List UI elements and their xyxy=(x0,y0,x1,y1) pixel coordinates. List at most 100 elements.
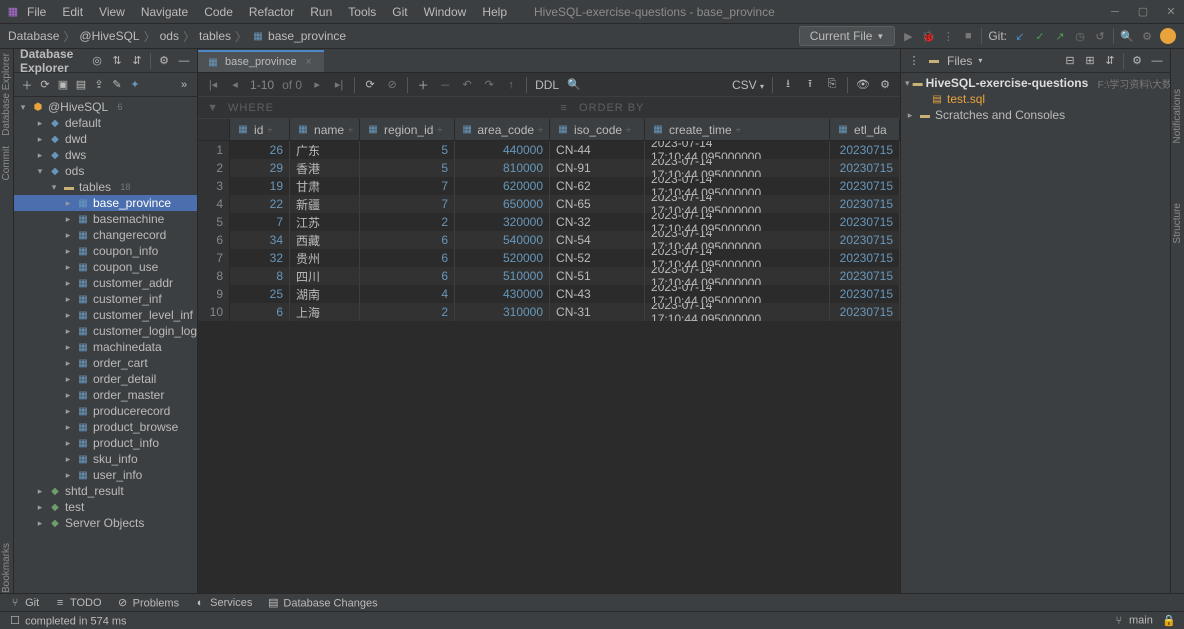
vcs-commit-icon[interactable]: ✓ xyxy=(1033,29,1047,43)
tree-table-base_province[interactable]: ▸▦base_province xyxy=(14,195,197,211)
tree-node-test[interactable]: ▸◆test xyxy=(14,499,197,515)
menu-view[interactable]: View xyxy=(92,3,132,21)
add-row-icon[interactable]: ＋ xyxy=(416,78,430,92)
orderby-label[interactable]: ORDER BY xyxy=(579,102,644,114)
menu-help[interactable]: Help xyxy=(475,3,514,21)
maximize-icon[interactable]: ▢ xyxy=(1136,5,1150,19)
hide2-icon[interactable]: — xyxy=(1150,54,1164,68)
stop-icon[interactable]: ■ xyxy=(961,29,975,43)
cancel-icon[interactable]: ⊘ xyxy=(385,78,399,92)
bc-hivesql[interactable]: @HiveSQL xyxy=(79,29,139,43)
editor-tab[interactable]: ▦ base_province × xyxy=(198,50,324,72)
minimize-icon[interactable]: ─ xyxy=(1108,5,1122,19)
submit-icon[interactable]: ↷ xyxy=(482,78,496,92)
status-branch[interactable]: ⑂ main 🔒 xyxy=(1112,613,1176,628)
menu-run[interactable]: Run xyxy=(303,3,339,21)
tree-table-product_browse[interactable]: ▸▦product_browse xyxy=(14,419,197,435)
add-ds-icon[interactable]: ＋ xyxy=(20,78,34,92)
vcs-rollback-icon[interactable]: ↺ xyxy=(1093,29,1107,43)
bc-ods[interactable]: ods xyxy=(160,29,179,43)
avatar[interactable] xyxy=(1160,28,1176,44)
table-row[interactable]: 2 29 香港 5 810000 CN-91 2023-07-14 17:10:… xyxy=(198,159,900,177)
project-root[interactable]: ▾▬HiveSQL-exercise-questions F:\学习资料\大数据… xyxy=(901,75,1170,91)
view-icon[interactable]: 👁 xyxy=(856,78,870,92)
menu-file[interactable]: File xyxy=(20,3,53,21)
first-page-icon[interactable]: |◂ xyxy=(206,78,220,92)
where-label[interactable]: WHERE xyxy=(228,102,274,114)
search-everywhere-icon[interactable]: 🔍 xyxy=(1120,29,1134,43)
side-tab-database[interactable]: Database Explorer xyxy=(1,53,12,136)
prev-page-icon[interactable]: ◂ xyxy=(228,78,242,92)
orderby-icon[interactable]: ≡ xyxy=(557,101,571,115)
filter-icon[interactable]: ✦ xyxy=(128,78,142,92)
menu-git[interactable]: Git xyxy=(385,3,414,21)
tree-table-order_detail[interactable]: ▸▦order_detail xyxy=(14,371,197,387)
tree-table-order_master[interactable]: ▸▦order_master xyxy=(14,387,197,403)
reload-icon[interactable]: ⟳ xyxy=(363,78,377,92)
gear2-icon[interactable]: ⚙ xyxy=(878,78,892,92)
more-run-icon[interactable]: ⋮ xyxy=(941,29,955,43)
run-icon[interactable]: ▶ xyxy=(901,29,915,43)
tree-table-producerecord[interactable]: ▸▦producerecord xyxy=(14,403,197,419)
tree-node-shtd_result[interactable]: ▸◆shtd_result xyxy=(14,483,197,499)
tree-schema-dwd[interactable]: ▸◆dwd xyxy=(14,131,197,147)
tree-ods[interactable]: ▾◆ods xyxy=(14,163,197,179)
bc-database[interactable]: Database xyxy=(8,29,59,43)
settings-icon[interactable]: ⚙ xyxy=(1140,29,1154,43)
more-icon[interactable]: » xyxy=(177,78,191,92)
side-tab-struct[interactable]: Structure xyxy=(1172,203,1183,244)
edit-icon[interactable]: ✎ xyxy=(110,78,124,92)
gear3-icon[interactable]: ⚙ xyxy=(1130,54,1144,68)
table-row[interactable]: 10 6 上海 2 310000 CN-31 2023-07-14 17:10:… xyxy=(198,303,900,321)
table-row[interactable]: 6 34 西藏 6 540000 CN-54 2023-07-14 17:10:… xyxy=(198,231,900,249)
vcs-push-icon[interactable]: ↗ xyxy=(1053,29,1067,43)
tx-icon[interactable]: ▤ xyxy=(74,78,88,92)
table-row[interactable]: 1 26 广东 5 440000 CN-44 2023-07-14 17:10:… xyxy=(198,141,900,159)
tree-table-basemachine[interactable]: ▸▦basemachine xyxy=(14,211,197,227)
tree-table-customer_login_log[interactable]: ▸▦customer_login_log xyxy=(14,323,197,339)
side-tab-notif[interactable]: Notifications xyxy=(1172,89,1183,143)
tree-table-order_cart[interactable]: ▸▦order_cart xyxy=(14,355,197,371)
tree-root[interactable]: ▾⬢@HiveSQL 6 xyxy=(14,99,197,115)
expand-icon[interactable]: ⇅ xyxy=(110,54,124,68)
tree-table-coupon_info[interactable]: ▸▦coupon_info xyxy=(14,243,197,259)
open-icon[interactable]: ⊟ xyxy=(1063,54,1077,68)
tree-table-product_info[interactable]: ▸▦product_info xyxy=(14,435,197,451)
table-row[interactable]: 8 8 四川 6 510000 CN-51 2023-07-14 17:10:4… xyxy=(198,267,900,285)
table-row[interactable]: 4 22 新疆 7 650000 CN-65 2023-07-14 17:10:… xyxy=(198,195,900,213)
format-dropdown[interactable]: CSV ▾ xyxy=(732,78,764,92)
bottom-services[interactable]: ◐ Services xyxy=(193,596,252,610)
vcs-history-icon[interactable]: ◷ xyxy=(1073,29,1087,43)
tree-table-customer_inf[interactable]: ▸▦customer_inf xyxy=(14,291,197,307)
remove-row-icon[interactable]: － xyxy=(438,78,452,92)
jump-icon[interactable]: ⇪ xyxy=(92,78,106,92)
stop-ds-icon[interactable]: ▣ xyxy=(56,78,70,92)
side-tab-bookmarks[interactable]: Bookmarks xyxy=(1,543,12,593)
tree-table-changerecord[interactable]: ▸▦changerecord xyxy=(14,227,197,243)
bottom-todo[interactable]: ≡ TODO xyxy=(53,596,101,610)
refresh-icon[interactable]: ⟳ xyxy=(38,78,52,92)
close-icon[interactable]: ✕ xyxy=(1164,5,1178,19)
menu-code[interactable]: Code xyxy=(197,3,240,21)
collapse2-icon[interactable]: ⇵ xyxy=(1103,54,1117,68)
gear-icon[interactable]: ⚙ xyxy=(157,54,171,68)
copy-icon[interactable]: ⎘ xyxy=(825,78,839,92)
bc-tables[interactable]: tables xyxy=(199,29,231,43)
last-page-icon[interactable]: ▸| xyxy=(332,78,346,92)
tree-table-customer_addr[interactable]: ▸▦customer_addr xyxy=(14,275,197,291)
tree-tables[interactable]: ▾▬tables 18 xyxy=(14,179,197,195)
menu-navigate[interactable]: Navigate xyxy=(134,3,195,21)
tree-table-machinedata[interactable]: ▸▦machinedata xyxy=(14,339,197,355)
menu-edit[interactable]: Edit xyxy=(55,3,90,21)
vcs-update-icon[interactable]: ↙ xyxy=(1013,29,1027,43)
revert-icon[interactable]: ↶ xyxy=(460,78,474,92)
bottom-dbchanges[interactable]: ▤ Database Changes xyxy=(266,596,377,610)
menu-tools[interactable]: Tools xyxy=(341,3,383,21)
ddl-button[interactable]: DDL xyxy=(535,78,559,92)
side-tab-commit[interactable]: Commit xyxy=(1,146,12,180)
table-row[interactable]: 5 7 江苏 2 320000 CN-32 2023-07-14 17:10:4… xyxy=(198,213,900,231)
table-row[interactable]: 3 19 甘肃 7 620000 CN-62 2023-07-14 17:10:… xyxy=(198,177,900,195)
target-icon[interactable]: ◎ xyxy=(90,54,104,68)
tree-schema-default[interactable]: ▸◆default xyxy=(14,115,197,131)
tree-node-Server Objects[interactable]: ▸◆Server Objects xyxy=(14,515,197,531)
